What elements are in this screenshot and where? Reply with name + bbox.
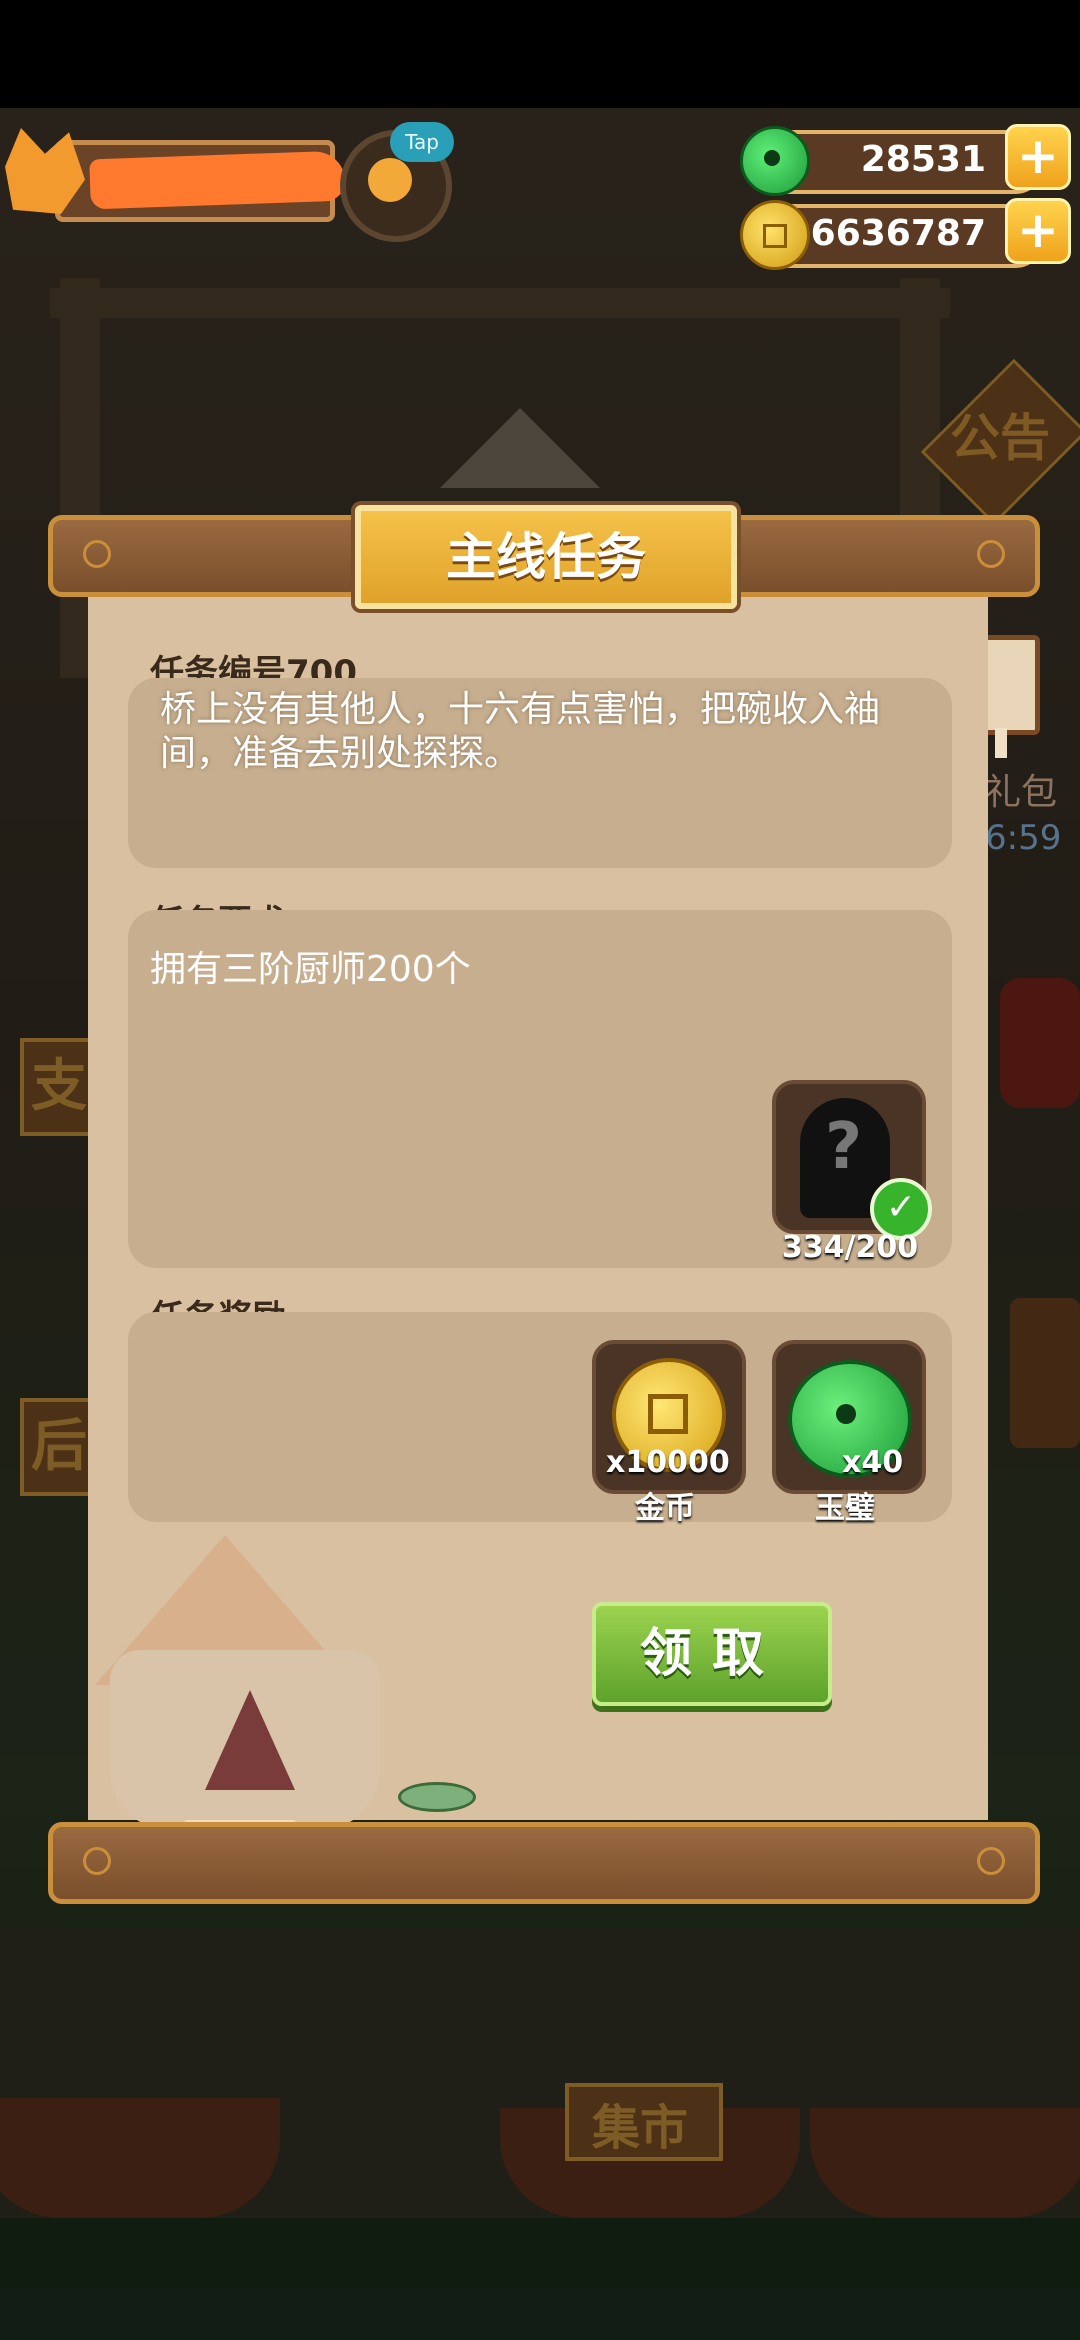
coin-amount: 36636787 (785, 213, 986, 254)
tap-badge[interactable]: Tap (390, 122, 454, 162)
jade-amount: 28531 (860, 139, 986, 180)
scroll-bottom-rod (48, 1822, 1040, 1904)
question-mark-icon: ? (825, 1110, 863, 1184)
redacted-name (89, 150, 346, 210)
rod-knob-right-bottom (977, 1847, 1005, 1875)
jade-add-button[interactable]: + (1005, 124, 1071, 190)
story-text: 桥上没有其他人，十六有点害怕，把碗收入袖间，准备去别处探探。 (160, 689, 881, 774)
rod-knob-right (977, 540, 1005, 568)
coin-add-button[interactable]: + (1005, 198, 1071, 264)
dialog-title: 主线任务 (355, 505, 737, 609)
lantern-tassel (995, 728, 1007, 758)
reward-name-coins: 金币 (635, 1491, 695, 1526)
rod-knob-left (83, 540, 111, 568)
coin-square-hole-large (648, 1394, 688, 1434)
jade-disc-hole (836, 1404, 856, 1424)
jade-coin-small-icon (398, 1782, 476, 1812)
coin-square-hole (763, 224, 787, 248)
requirement-text: 拥有三阶厨师200个 (150, 949, 471, 990)
requirement-progress: 334/200 (781, 1230, 919, 1265)
reward-qty-jade: x40 (842, 1445, 904, 1480)
reward-qty-coins: x10000 (606, 1445, 730, 1480)
claim-button[interactable]: 领取 (592, 1602, 832, 1706)
rod-knob-left-bottom (83, 1847, 111, 1875)
player-name-bar[interactable] (55, 140, 346, 222)
reward-name-jade: 玉璧 (815, 1491, 875, 1526)
jade-hole (764, 150, 780, 166)
